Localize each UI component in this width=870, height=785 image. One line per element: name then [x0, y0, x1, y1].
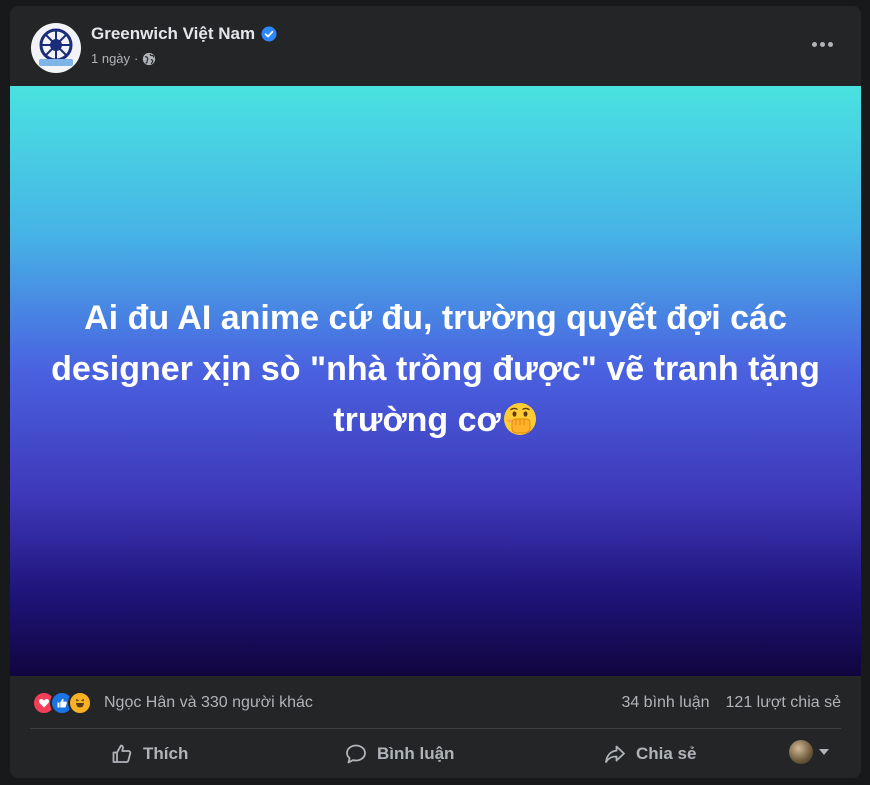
greenwich-logo-icon	[32, 24, 80, 72]
share-label: Chia sẻ	[636, 744, 697, 763]
comment-label: Bình luận	[377, 744, 455, 763]
post-actions: Thích Bình luận Chia sẻ	[10, 729, 861, 778]
shares-count[interactable]: 121 lượt chia sẻ	[726, 694, 841, 712]
face-with-hand-over-mouth-icon	[503, 402, 536, 435]
comments-count[interactable]: 34 bình luận	[621, 694, 709, 712]
chevron-down-icon	[819, 749, 829, 755]
share-button[interactable]: Chia sẻ	[603, 739, 696, 769]
thumbs-up-icon	[112, 744, 132, 763]
comment-button[interactable]: Bình luận	[344, 739, 454, 769]
post-text-container: Ai đu AI anime cứ đu, trường quyết đợi c…	[41, 293, 831, 446]
post-time[interactable]: 1 ngày	[91, 51, 130, 66]
reaction-icons[interactable]	[32, 691, 92, 715]
more-options-button[interactable]	[805, 34, 839, 54]
post-meta: 1 ngày ·	[91, 51, 156, 66]
page-name[interactable]: Greenwich Việt Nam	[91, 24, 277, 44]
reactors-text[interactable]: Ngọc Hân và 330 người khác	[104, 694, 313, 712]
comment-icon	[346, 744, 366, 764]
page-name-text[interactable]: Greenwich Việt Nam	[91, 24, 255, 44]
globe-icon[interactable]	[142, 52, 156, 66]
haha-reaction-icon	[68, 691, 92, 715]
share-arrow-icon	[605, 745, 625, 763]
post-background[interactable]: Ai đu AI anime cứ đu, trường quyết đợi c…	[10, 86, 861, 676]
viewer-avatar	[789, 740, 813, 764]
reaction-as-selector[interactable]	[789, 740, 829, 764]
dot	[827, 41, 833, 47]
post-card: Greenwich Việt Nam 1 ngày · Ai đu AI ani…	[10, 6, 861, 778]
post-stats: Ngọc Hân và 330 người khác 34 bình luận …	[10, 676, 861, 728]
like-label: Thích	[143, 744, 189, 763]
meta-separator: ·	[134, 51, 139, 66]
post-text: Ai đu AI anime cứ đu, trường quyết đợi c…	[51, 298, 820, 439]
page-avatar[interactable]	[31, 23, 81, 73]
verified-badge-icon	[261, 26, 277, 42]
like-button[interactable]: Thích	[110, 739, 188, 769]
dot	[819, 41, 825, 47]
post-header: Greenwich Việt Nam 1 ngày ·	[10, 6, 861, 86]
engagement-counts: 34 bình luận 121 lượt chia sẻ	[621, 694, 841, 712]
dot	[811, 41, 817, 47]
